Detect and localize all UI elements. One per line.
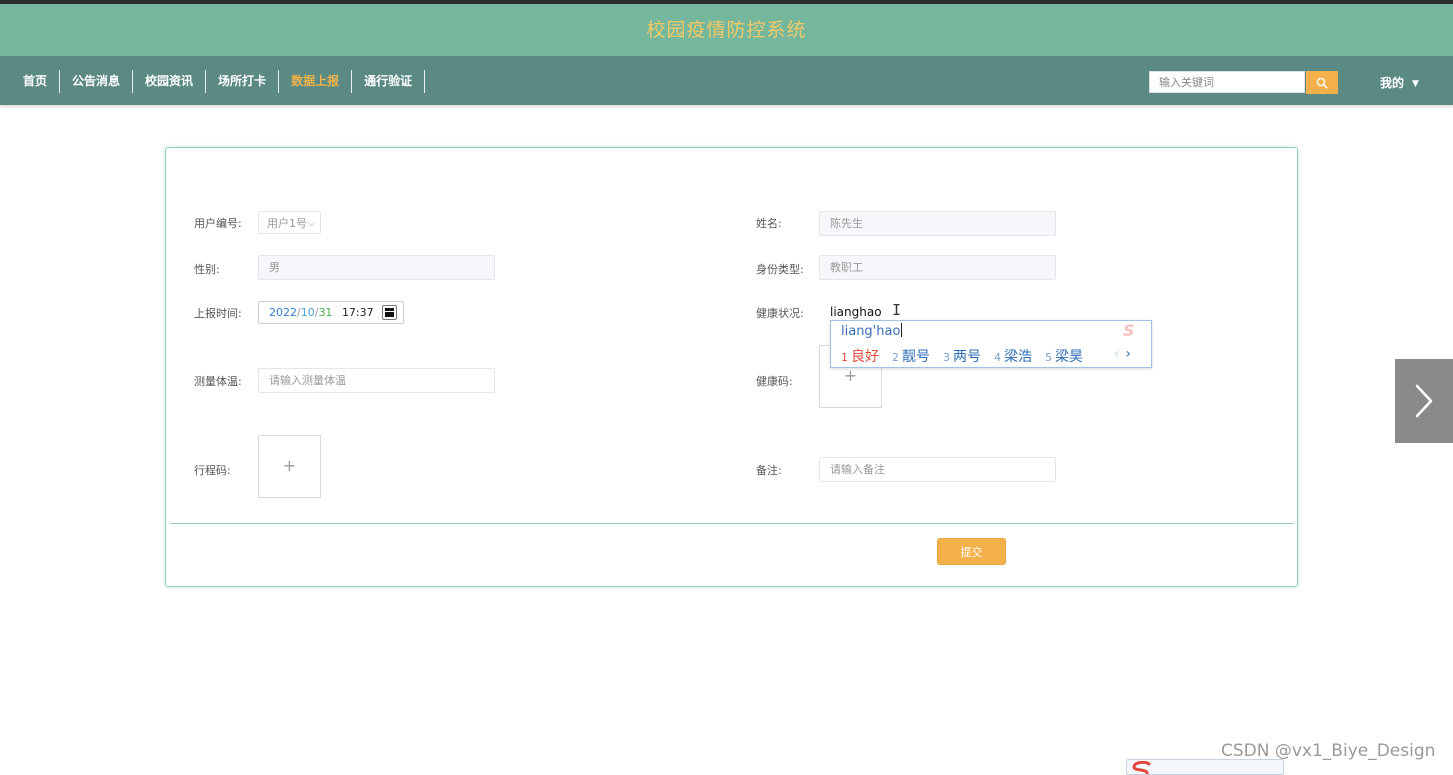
gender-field[interactable]: 男 [258,255,495,280]
csdn-watermark: CSDN @vx1_Biye_Design [1221,741,1436,761]
name-field[interactable]: 陈先生 [819,211,1056,236]
next-slide-button[interactable] [1395,359,1453,443]
report-day: 31 [318,306,333,319]
report-year: 2022 [269,306,297,319]
travel-code-upload[interactable]: + [258,435,321,498]
text-cursor-icon: I [892,301,902,319]
temperature-placeholder: 请输入测量体温 [269,374,346,387]
ime-pager[interactable]: ‹ › [1114,346,1131,362]
user-id-value: 用户1号 [267,217,307,230]
gender-value: 男 [269,261,280,274]
health-code-label: 健康码: [756,375,793,388]
chevron-right-icon[interactable]: › [1125,346,1131,362]
site-title: 校园疫情防控系统 [646,19,807,41]
report-time-input[interactable]: 2022/10/31 17:37 [258,301,404,324]
ime-status-toolbar[interactable] [1126,759,1284,775]
nav-item-pass-verification[interactable]: 通行验证 [352,70,426,93]
identity-type-label: 身份类型: [756,263,804,276]
ime-pinyin-text: liang'hao [841,324,901,339]
sogou-logo-icon [1132,761,1151,774]
ime-candidate-popup: liang'hao S 1 良好 2 靓号 3 两号 4 梁浩 5 梁昊 ‹ › [830,320,1152,368]
remark-input[interactable]: 请输入备注 [819,457,1056,482]
chevron-right-icon [1415,384,1433,418]
ime-candidate[interactable]: 5 梁昊 [1045,346,1083,366]
search-icon [1316,77,1328,89]
temperature-input[interactable]: 请输入测量体温 [258,368,495,393]
user-menu-label: 我的 [1380,76,1405,90]
temperature-label: 测量体温: [194,375,242,388]
nav-item-home[interactable]: 首页 [11,70,61,93]
ime-candidate[interactable]: 3 两号 [943,346,981,366]
ime-composition: liang'hao [841,323,903,339]
sogou-logo-icon: S [1123,321,1135,340]
remark-label: 备注: [756,464,782,477]
site-banner: 校园疫情防控系统 [0,4,1453,56]
search-button[interactable] [1306,71,1338,94]
gender-label: 性别: [194,263,220,276]
report-time-label: 上报时间: [194,307,242,320]
nav-item-campus-news[interactable]: 校园资讯 [133,70,207,93]
nav-item-data-report[interactable]: 数据上报 [279,70,353,93]
ime-candidate[interactable]: 4 梁浩 [994,346,1032,366]
ime-candidate[interactable]: 2 靓号 [892,346,930,366]
plus-icon: + [843,366,858,385]
form-divider [170,523,1294,524]
nav-menu: 首页 公告消息 校园资讯 场所打卡 数据上报 通行验证 [11,70,426,93]
user-id-select[interactable]: 用户1号 ⌵ [258,211,321,234]
name-value: 陈先生 [830,217,863,230]
health-status-input[interactable]: lianghao [830,305,882,319]
caret-down-icon: ▼ [1412,79,1419,89]
search-input[interactable] [1149,71,1305,93]
ime-candidate-list: 1 良好 2 靓号 3 两号 4 梁浩 5 梁昊 [841,346,1083,366]
travel-code-label: 行程码: [194,464,231,477]
user-menu[interactable]: 我的 ▼ [1380,74,1419,91]
chevron-down-icon: ⌵ [307,218,315,229]
submit-button[interactable]: 提交 [937,538,1006,565]
identity-type-value: 教职工 [830,261,863,274]
remark-placeholder: 请输入备注 [830,463,885,476]
calendar-icon[interactable] [382,305,397,320]
nav-item-venue-checkin[interactable]: 场所打卡 [206,70,280,93]
chevron-left-icon[interactable]: ‹ [1114,346,1120,362]
report-clock: 17:37 [341,306,374,319]
ime-candidate[interactable]: 1 良好 [841,346,879,366]
nav-item-announcements[interactable]: 公告消息 [60,70,134,93]
plus-icon: + [282,456,297,475]
identity-type-field[interactable]: 教职工 [819,255,1056,280]
user-id-label: 用户编号: [194,217,242,230]
name-label: 姓名: [756,217,782,230]
report-month: 10 [300,306,315,319]
health-status-label: 健康状况: [756,307,804,320]
